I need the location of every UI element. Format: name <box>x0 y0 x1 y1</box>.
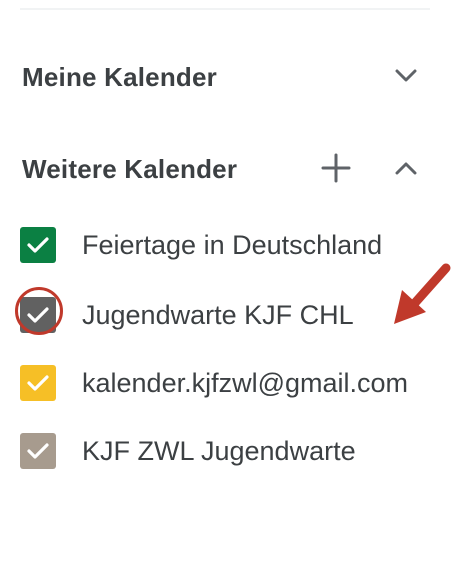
calendar-item-feiertage[interactable]: Feiertage in Deutschland <box>0 218 452 268</box>
checkmark-icon <box>27 237 49 253</box>
other-calendars-toggle-button[interactable] <box>386 148 426 188</box>
calendar-item-label: KJF ZWL Jugendwarte <box>82 436 356 466</box>
chevron-up-icon <box>395 162 417 175</box>
my-calendars-title: Meine Kalender <box>22 62 217 92</box>
red-arrow-annotation <box>394 263 451 324</box>
chevron-down-icon <box>395 69 417 82</box>
calendar-item-kalender-gmail[interactable]: kalender.kjfzwl@gmail.com <box>0 356 452 406</box>
calendar-checkbox[interactable] <box>20 227 56 263</box>
top-divider <box>20 8 430 10</box>
calendar-item-label: Jugendwarte KJF CHL <box>82 300 354 330</box>
other-calendars-title: Weitere Kalender <box>22 154 238 184</box>
calendar-checkbox[interactable] <box>20 365 56 401</box>
highlight-circle-annotation <box>15 287 63 335</box>
calendar-item-jugendwarte-kjf-chl[interactable]: Jugendwarte KJF CHL <box>0 288 452 338</box>
calendar-item-label: kalender.kjfzwl@gmail.com <box>82 368 409 398</box>
plus-icon <box>321 153 351 183</box>
checkmark-icon <box>27 375 49 391</box>
calendar-item-kjf-zwl-jugendwarte[interactable]: KJF ZWL Jugendwarte <box>0 424 452 474</box>
other-calendars-header[interactable]: Weitere Kalender <box>0 148 452 188</box>
my-calendars-toggle-button[interactable] <box>386 56 426 96</box>
calendar-checkbox[interactable] <box>20 433 56 469</box>
my-calendars-header[interactable]: Meine Kalender <box>0 56 452 96</box>
checkmark-icon <box>27 443 49 459</box>
calendar-item-label: Feiertage in Deutschland <box>82 230 383 260</box>
add-calendar-button[interactable] <box>316 148 356 188</box>
